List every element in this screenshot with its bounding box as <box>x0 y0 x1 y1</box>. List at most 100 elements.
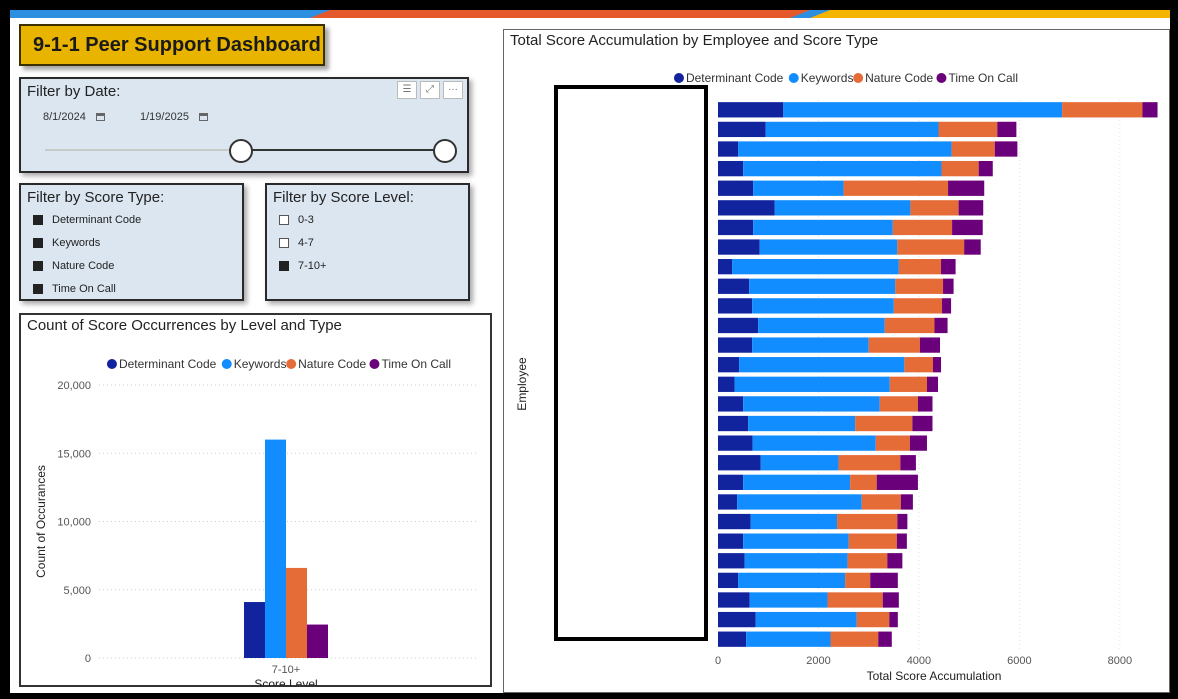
score-level-option-7-10[interactable]: 7-10+ <box>279 260 326 272</box>
score-level-option-0-3[interactable]: 0-3 <box>279 214 314 226</box>
bar-segment <box>718 513 751 530</box>
bar-segment <box>739 357 905 373</box>
date-slider-end-handle[interactable] <box>433 139 457 163</box>
legend-marker <box>936 73 947 83</box>
checkbox[interactable] <box>279 238 289 248</box>
bar-segment <box>876 474 918 490</box>
score-level-option-4-7[interactable]: 4-7 <box>279 237 314 249</box>
checkbox[interactable] <box>33 284 43 294</box>
score-type-option-time-on-call[interactable]: Time On Call <box>33 283 116 295</box>
bar-segment <box>850 474 877 490</box>
dashboard-canvas: 9-1-1 Peer Support Dashboard Filter by D… <box>10 10 1170 693</box>
date-slider-start-handle[interactable] <box>229 139 253 163</box>
bar-segment <box>942 298 952 314</box>
more-options-icon[interactable]: ··· <box>443 81 463 99</box>
end-date-input[interactable]: 1/19/2025 <box>140 111 208 123</box>
legend-marker <box>106 359 117 369</box>
bar-segment <box>759 239 898 255</box>
x-tick-label: 8000 <box>1108 655 1132 667</box>
dashboard-title: 9-1-1 Peer Support Dashboard <box>33 33 321 56</box>
score-type-filter-title: Filter by Score Type: <box>27 189 165 206</box>
y-tick-label: 10,000 <box>57 517 91 529</box>
bar-segment <box>879 396 918 412</box>
legend-label: Determinant Code <box>686 71 784 85</box>
bar-segment <box>718 278 750 294</box>
bar-segment <box>750 513 838 530</box>
bar-segment <box>958 200 984 216</box>
calendar-icon[interactable] <box>198 113 208 121</box>
bar-segment <box>718 160 744 177</box>
bar-segment <box>856 611 890 628</box>
bar-segment <box>847 553 888 569</box>
legend-marker <box>673 73 684 83</box>
option-label: Keywords <box>52 237 101 249</box>
bar-segment <box>752 337 869 353</box>
bar-segment <box>718 611 756 628</box>
window-frame: 9-1-1 Peer Support Dashboard Filter by D… <box>0 0 1178 699</box>
legend-marker <box>788 73 799 83</box>
bar-segment <box>870 572 898 589</box>
date-filter-panel: Filter by Date: ☰ ⤢ ··· 8/1/2024 1/19/20… <box>19 77 469 173</box>
x-axis-title: Total Score Accumulation <box>867 669 1002 683</box>
option-label: 7-10+ <box>298 260 327 272</box>
focus-mode-icon[interactable]: ⤢ <box>420 81 440 99</box>
bar-segment <box>919 337 941 353</box>
checkbox[interactable] <box>33 215 43 225</box>
bar-segment <box>951 141 995 157</box>
bar <box>244 602 265 658</box>
bar-segment <box>718 219 754 236</box>
bar-segment <box>964 239 981 255</box>
option-label: Determinant Code <box>52 214 142 226</box>
bar-segment <box>743 533 849 549</box>
bar-segment <box>848 533 897 549</box>
bar-segment <box>753 219 893 236</box>
legend-marker <box>221 359 232 369</box>
checkbox[interactable] <box>33 238 43 248</box>
score-type-option-determinant-code[interactable]: Determinant Code <box>33 214 141 226</box>
legend-label: Time On Call <box>948 71 1018 85</box>
date-filter-title: Filter by Date: <box>27 83 121 100</box>
checkbox[interactable] <box>279 215 289 225</box>
score-type-option-nature-code[interactable]: Nature Code <box>33 260 114 272</box>
bar-segment <box>752 298 894 314</box>
bar-segment <box>774 200 911 216</box>
bar-segment <box>897 513 908 530</box>
bar-segment <box>718 533 744 549</box>
bar-segment <box>749 592 828 608</box>
checkbox[interactable] <box>33 261 43 271</box>
bar-segment <box>753 180 844 196</box>
count-chart: Determinant Code Keywords Nature Code Time … <box>34 357 476 686</box>
bar-segment <box>938 121 998 138</box>
y-tick-label: 15,000 <box>57 448 91 460</box>
bar-segment <box>900 494 913 510</box>
bar-segment <box>718 298 753 314</box>
bar-segment <box>718 357 740 373</box>
bar-segment <box>926 376 939 392</box>
legend-marker <box>286 359 297 369</box>
bar-segment <box>718 200 775 216</box>
bar-segment <box>718 553 745 569</box>
checkbox[interactable] <box>279 261 289 271</box>
legend-marker <box>369 359 380 369</box>
bar-segment <box>932 357 942 373</box>
start-date-input[interactable]: 8/1/2024 <box>43 111 105 123</box>
bar-segment <box>718 141 739 157</box>
bar-segment <box>861 494 901 510</box>
bar-segment <box>738 141 952 157</box>
option-label: 4-7 <box>298 237 314 249</box>
bar-segment <box>732 259 899 275</box>
bar-segment <box>897 239 965 255</box>
bar-segment <box>718 259 733 275</box>
bar-segment <box>892 219 953 236</box>
bar-segment <box>718 121 766 138</box>
bar-segment <box>718 239 760 255</box>
filter-icon[interactable]: ☰ <box>397 81 417 99</box>
bar-segment <box>896 533 907 549</box>
bar-segment <box>765 121 939 138</box>
score-level-filter-title: Filter by Score Level: <box>273 189 414 206</box>
score-type-option-keywords[interactable]: Keywords <box>33 237 100 249</box>
calendar-icon[interactable] <box>95 113 105 121</box>
bar-segment <box>882 592 899 608</box>
bar-segment <box>838 455 901 471</box>
bar-segment <box>868 337 920 353</box>
